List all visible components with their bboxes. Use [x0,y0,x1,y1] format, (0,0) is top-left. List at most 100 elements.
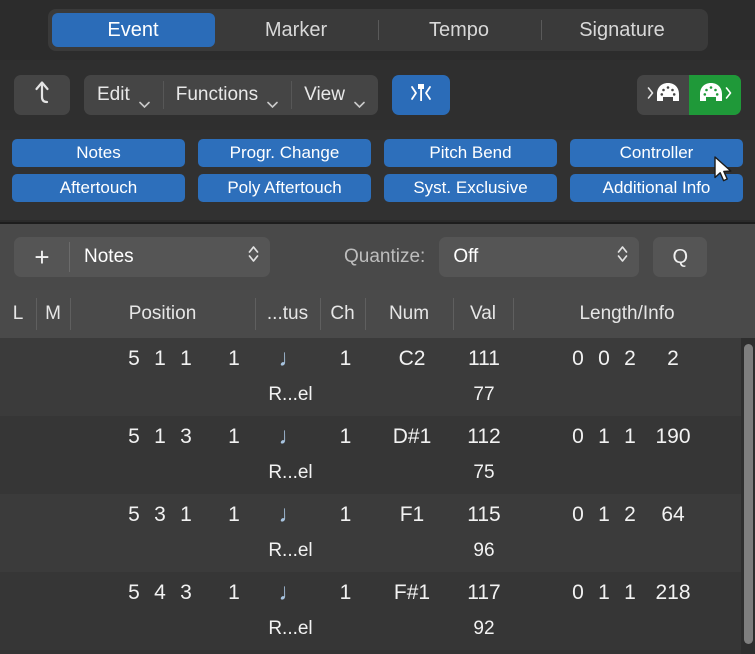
filter-notes[interactable]: Notes [12,139,185,167]
column-header-num[interactable]: Num [365,290,453,338]
row-tick[interactable]: 1 [222,572,246,614]
catch-playhead-button[interactable] [391,75,450,115]
midi-in-button[interactable] [637,75,689,115]
menu-view[interactable]: View [291,75,378,115]
row-len-div[interactable]: 2 [618,494,642,536]
event-list-body[interactable]: 5 1 1 1 ♩ R...el 1 C2 111 77 0 0 2 2 5 1… [0,338,755,654]
tab-signature[interactable]: Signature [540,13,704,47]
row-num[interactable]: F#1 [370,572,454,614]
row-len-tick[interactable]: 64 [648,494,698,536]
row-val[interactable]: 111 [455,338,513,380]
up-one-level-button[interactable] [14,75,70,115]
tab-tempo[interactable]: Tempo [377,13,541,47]
menu-group: Edit Functions View [84,75,378,115]
row-len-tick[interactable]: 2 [648,338,698,380]
vertical-scrollbar[interactable] [741,338,755,654]
row-len-div[interactable]: 1 [618,416,642,458]
row-beat[interactable]: 4 [148,572,172,614]
row-beat[interactable]: 1 [148,338,172,380]
row-len-bar[interactable]: 0 [566,572,590,614]
filter-row-1: Notes Progr. Change Pitch Bend Controlle… [12,139,743,167]
filter-row-2: Aftertouch Poly Aftertouch Syst. Exclusi… [12,174,743,202]
quantize-select[interactable]: Off [439,237,640,277]
filter-poly-aftertouch[interactable]: Poly Aftertouch [198,174,371,202]
row-val-sub[interactable]: 92 [455,612,513,646]
column-header-position[interactable]: Position [70,290,255,338]
row-val-sub[interactable]: 75 [455,456,513,490]
row-div[interactable]: 1 [174,338,198,380]
row-tick[interactable]: 1 [222,416,246,458]
filter-additional-info[interactable]: Additional Info [570,174,743,202]
event-type-select[interactable]: Notes [70,237,270,277]
row-len-bar[interactable]: 0 [566,494,590,536]
table-row[interactable]: 5 4 3 1 ♩ R...el 1 F#1 117 92 0 1 1 218 [0,572,741,650]
column-header-ch[interactable]: Ch [320,290,365,338]
row-tick[interactable]: 1 [222,338,246,380]
menu-functions[interactable]: Functions [162,75,291,115]
column-header-m[interactable]: M [36,290,70,338]
filter-progr-change[interactable]: Progr. Change [198,139,371,167]
plus-icon: + [34,241,50,272]
row-len-tick[interactable]: 218 [648,572,698,614]
column-header-length-info[interactable]: Length/Info [513,290,741,338]
table-row[interactable]: 5 1 3 1 ♩ R...el 1 D#1 112 75 0 1 1 190 [0,416,741,494]
row-status-note-icon[interactable]: ♩ [258,338,323,380]
row-status-note-icon[interactable]: ♩ [258,416,323,458]
row-val[interactable]: 117 [455,572,513,614]
row-len-beat[interactable]: 1 [592,572,616,614]
quantize-apply-button[interactable]: Q [653,237,708,277]
row-num[interactable]: C2 [370,338,454,380]
tab-event[interactable]: Event [51,13,215,47]
row-len-div[interactable]: 2 [618,338,642,380]
row-len-beat[interactable]: 1 [592,416,616,458]
row-div[interactable]: 3 [174,416,198,458]
row-num[interactable]: D#1 [370,416,454,458]
midi-out-button[interactable] [689,75,741,115]
row-tick[interactable]: 1 [222,494,246,536]
row-ch[interactable]: 1 [323,494,368,536]
row-len-tick[interactable]: 190 [648,416,698,458]
row-bar[interactable]: 5 [122,338,146,380]
row-len-bar[interactable]: 0 [566,338,590,380]
row-len-beat[interactable]: 1 [592,494,616,536]
filter-pitch-bend[interactable]: Pitch Bend [384,139,557,167]
table-row[interactable]: 5 3 1 1 ♩ R...el 1 F1 115 96 0 1 2 64 [0,494,741,572]
row-bar[interactable]: 5 [122,416,146,458]
row-bar[interactable]: 5 [122,572,146,614]
filter-syst-exclusive[interactable]: Syst. Exclusive [384,174,557,202]
row-status-sub[interactable]: R...el [258,612,323,646]
row-ch[interactable]: 1 [323,338,368,380]
column-header-status[interactable]: ...tus [255,290,320,338]
row-status-note-icon[interactable]: ♩ [258,494,323,536]
midi-out-icon [699,82,723,109]
row-val[interactable]: 112 [455,416,513,458]
row-bar[interactable]: 5 [122,494,146,536]
column-header-val[interactable]: Val [453,290,513,338]
row-div[interactable]: 1 [174,494,198,536]
table-row[interactable]: 5 1 1 1 ♩ R...el 1 C2 111 77 0 0 2 2 [0,338,741,416]
row-beat[interactable]: 3 [148,494,172,536]
row-len-beat[interactable]: 0 [592,338,616,380]
filter-pitch-bend-label: Pitch Bend [429,143,512,162]
row-beat[interactable]: 1 [148,416,172,458]
row-val[interactable]: 115 [455,494,513,536]
tab-marker[interactable]: Marker [215,13,378,47]
column-header-l[interactable]: L [0,290,36,338]
add-event-button[interactable]: + [14,237,70,277]
row-len-bar[interactable]: 0 [566,416,590,458]
row-ch[interactable]: 1 [323,416,368,458]
scrollbar-thumb[interactable] [744,344,753,644]
row-status-sub[interactable]: R...el [258,456,323,490]
row-val-sub[interactable]: 96 [455,534,513,568]
row-ch[interactable]: 1 [323,572,368,614]
row-status-sub[interactable]: R...el [258,378,323,412]
filter-controller[interactable]: Controller [570,139,743,167]
row-div[interactable]: 3 [174,572,198,614]
row-num[interactable]: F1 [370,494,454,536]
row-status-sub[interactable]: R...el [258,534,323,568]
row-status-note-icon[interactable]: ♩ [258,572,323,614]
menu-edit[interactable]: Edit [84,75,163,115]
row-val-sub[interactable]: 77 [455,378,513,412]
row-len-div[interactable]: 1 [618,572,642,614]
filter-aftertouch[interactable]: Aftertouch [12,174,185,202]
